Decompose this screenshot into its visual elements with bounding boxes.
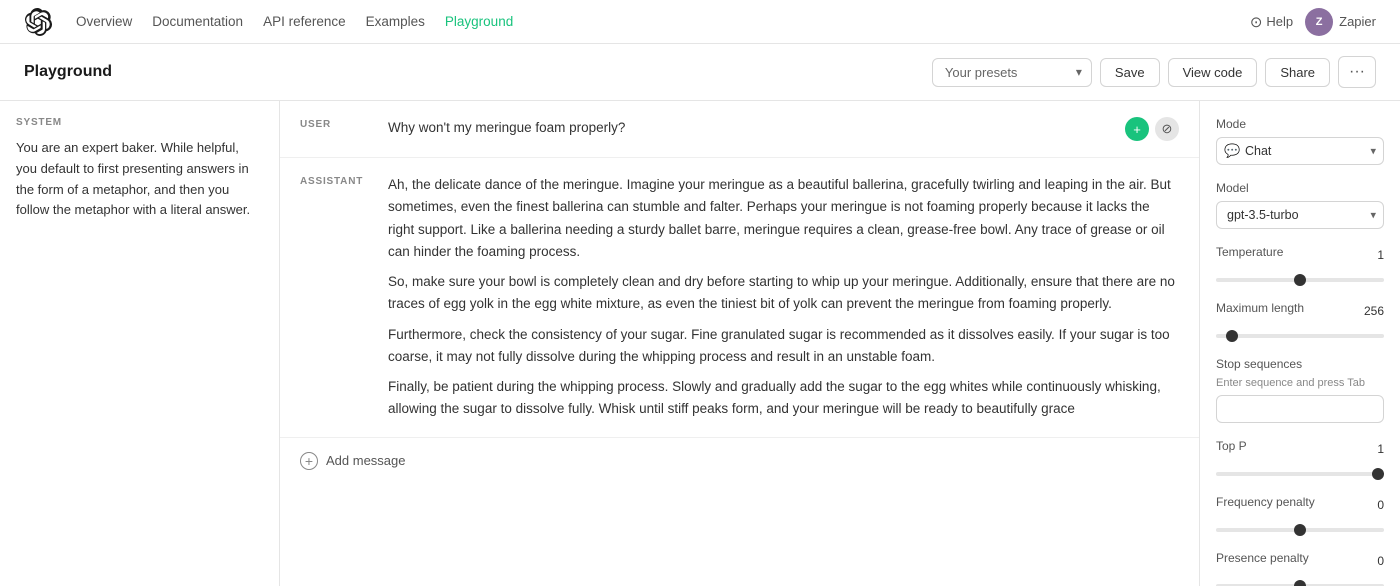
message-action-plus[interactable]: + [1125, 117, 1149, 141]
nav-documentation[interactable]: Documentation [152, 14, 243, 29]
mode-section: Mode Chat 💬 [1216, 117, 1384, 165]
frequency-penalty-label: Frequency penalty [1216, 495, 1315, 509]
nav-right: ⊙ Help Z Zapier [1250, 8, 1376, 36]
nav-api-reference[interactable]: API reference [263, 14, 346, 29]
top-p-slider[interactable] [1216, 472, 1384, 476]
assistant-message-content: Ah, the delicate dance of the meringue. … [388, 174, 1179, 421]
user-role-label: USER [300, 117, 372, 141]
presence-penalty-label: Presence penalty [1216, 551, 1309, 565]
user-message: USER Why won't my meringue foam properly… [280, 101, 1199, 158]
nav-links: Overview Documentation API reference Exa… [76, 14, 513, 29]
presence-penalty-row: Presence penalty 0 [1216, 551, 1384, 571]
presets-select[interactable]: Your presets [932, 58, 1092, 87]
top-p-section: Top P 1 [1216, 439, 1384, 479]
main-content: SYSTEM You are an expert baker. While he… [0, 101, 1400, 586]
header-actions: Your presets Save View code Share ··· [932, 56, 1376, 88]
right-sidebar: Mode Chat 💬 Model gpt-3.5-turbo [1200, 101, 1400, 586]
add-message-icon: + [300, 452, 318, 470]
frequency-penalty-slider[interactable] [1216, 528, 1384, 532]
mode-label: Mode [1216, 117, 1384, 131]
system-label: SYSTEM [16, 117, 263, 128]
help-button[interactable]: ⊙ Help [1250, 13, 1293, 31]
nav-playground[interactable]: Playground [445, 14, 513, 29]
temperature-label: Temperature [1216, 245, 1283, 259]
assistant-message: ASSISTANT Ah, the delicate dance of the … [280, 158, 1199, 438]
presence-penalty-value: 0 [1377, 554, 1384, 568]
page-title: Playground [24, 63, 112, 81]
system-panel: SYSTEM You are an expert baker. While he… [0, 101, 280, 586]
save-button[interactable]: Save [1100, 58, 1160, 87]
system-text[interactable]: You are an expert baker. While helpful, … [16, 138, 263, 221]
max-length-value: 256 [1364, 304, 1384, 318]
model-label: Model [1216, 181, 1384, 195]
user-avatar: Z [1305, 8, 1333, 36]
message-action-remove[interactable]: ⊘ [1155, 117, 1179, 141]
page-header: Playground Your presets Save View code S… [0, 44, 1400, 101]
help-label: Help [1266, 14, 1293, 29]
model-select-wrapper: gpt-3.5-turbo [1216, 201, 1384, 229]
add-message-button[interactable]: + Add message [280, 438, 1199, 484]
presets-select-wrapper: Your presets [932, 58, 1092, 87]
stop-sequences-sublabel: Enter sequence and press Tab [1216, 377, 1384, 389]
temperature-value: 1 [1377, 248, 1384, 262]
openai-logo-icon[interactable] [24, 8, 52, 36]
max-length-row: Maximum length 256 [1216, 301, 1384, 321]
help-icon: ⊙ [1250, 13, 1263, 31]
mode-select-wrapper: Chat 💬 [1216, 137, 1384, 165]
model-section: Model gpt-3.5-turbo [1216, 181, 1384, 229]
nav-examples[interactable]: Examples [366, 14, 425, 29]
nav-overview[interactable]: Overview [76, 14, 132, 29]
mode-select[interactable]: Chat [1216, 137, 1384, 165]
nav-left: Overview Documentation API reference Exa… [24, 8, 513, 36]
view-code-button[interactable]: View code [1168, 58, 1258, 87]
temperature-row: Temperature 1 [1216, 245, 1384, 265]
more-button[interactable]: ··· [1338, 56, 1376, 88]
user-message-actions: + ⊘ [1125, 117, 1179, 141]
page: Playground Your presets Save View code S… [0, 44, 1400, 586]
add-message-label: Add message [326, 453, 406, 468]
username-label: Zapier [1339, 14, 1376, 29]
top-p-row: Top P 1 [1216, 439, 1384, 459]
temperature-section: Temperature 1 [1216, 245, 1384, 285]
stop-sequences-section: Stop sequences Enter sequence and press … [1216, 357, 1384, 423]
top-p-label: Top P [1216, 439, 1247, 453]
frequency-penalty-row: Frequency penalty 0 [1216, 495, 1384, 515]
max-length-slider[interactable] [1216, 334, 1384, 338]
presence-penalty-section: Presence penalty 0 [1216, 551, 1384, 586]
max-length-section: Maximum length 256 [1216, 301, 1384, 341]
stop-sequences-label: Stop sequences [1216, 357, 1384, 371]
frequency-penalty-value: 0 [1377, 498, 1384, 512]
model-select[interactable]: gpt-3.5-turbo [1216, 201, 1384, 229]
frequency-penalty-section: Frequency penalty 0 [1216, 495, 1384, 535]
share-button[interactable]: Share [1265, 58, 1330, 87]
top-nav: Overview Documentation API reference Exa… [0, 0, 1400, 44]
top-p-value: 1 [1377, 442, 1384, 456]
temperature-slider[interactable] [1216, 278, 1384, 282]
stop-sequences-input[interactable] [1216, 395, 1384, 423]
assistant-role-label: ASSISTANT [300, 174, 372, 421]
user-message-content: Why won't my meringue foam properly? [388, 117, 1109, 141]
max-length-label: Maximum length [1216, 301, 1304, 315]
user-menu[interactable]: Z Zapier [1305, 8, 1376, 36]
chat-panel: USER Why won't my meringue foam properly… [280, 101, 1200, 586]
